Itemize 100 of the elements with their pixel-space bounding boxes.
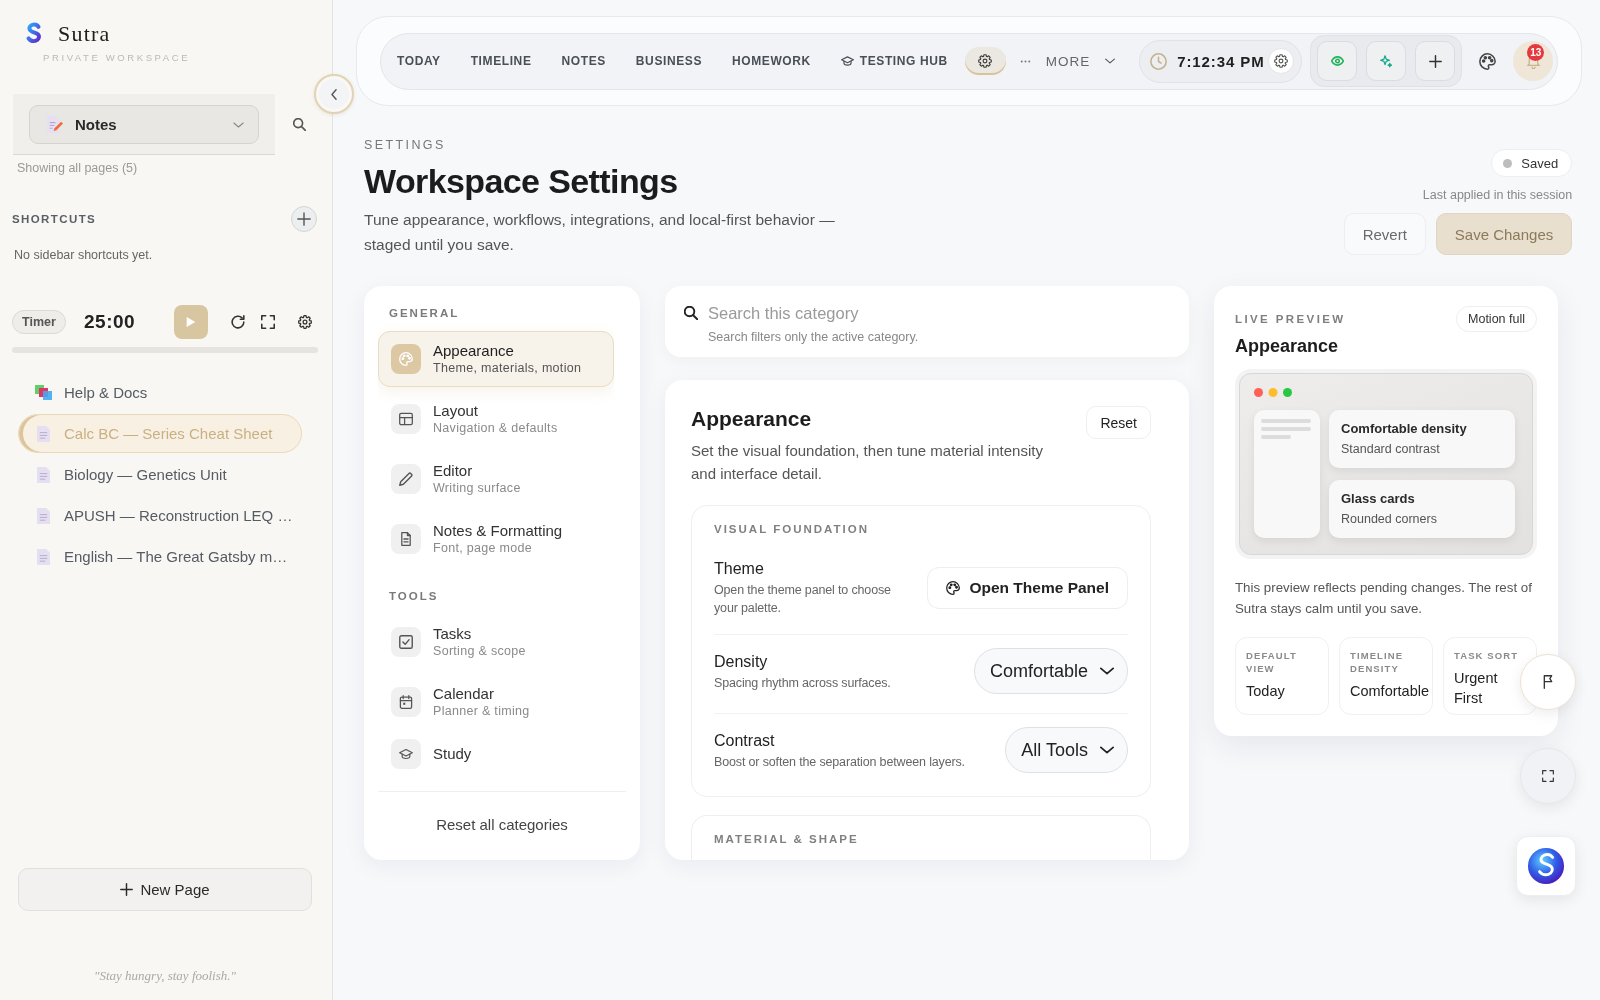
category-item[interactable]: Layout Navigation & defaults	[378, 391, 614, 447]
empty-state-text: No sidebar shortcuts yet.	[14, 247, 154, 263]
chevron-down-icon	[1105, 58, 1116, 64]
brand-subtitle: PRIVATE WORKSPACE	[43, 52, 192, 64]
sidebar-page-item[interactable]: English — The Great Gatsby m…	[18, 537, 302, 576]
palette-icon	[946, 580, 961, 595]
open-theme-panel-button[interactable]: Open Theme Panel	[927, 566, 1128, 609]
category-item[interactable]: Tasks Sorting & scope	[378, 614, 614, 670]
plus-icon	[120, 883, 134, 896]
chevron-down-icon	[1100, 746, 1114, 754]
stacked-squares-icon	[35, 385, 52, 400]
search-field[interactable]: Search this category	[708, 303, 1169, 323]
preview-eyebrow: LIVE PREVIEW	[1235, 313, 1346, 325]
document-icon	[37, 466, 50, 483]
revert-button[interactable]: Revert	[1343, 213, 1426, 255]
category-item[interactable]: Editor Writing surface	[378, 451, 614, 507]
section-heading: SHORTCUTS	[12, 213, 97, 225]
logo-icon	[24, 22, 42, 46]
search-hint: Search filters only the active category.	[708, 329, 920, 345]
page-description: Tune appearance, workflows, integrations, and local-first behavior — staged until you save.	[364, 210, 836, 255]
category-group-label: TOOLS	[388, 589, 440, 603]
setting-description: Spacing rhythm across surfaces.	[714, 674, 892, 692]
new-page-button[interactable]: New Page	[18, 868, 312, 911]
stat-label: TASK SORT	[1454, 649, 1520, 662]
nav-tab[interactable]: HOMEWORK	[717, 46, 826, 76]
setting-label: Density	[714, 651, 769, 672]
flag-icon	[1542, 675, 1554, 689]
preview-title: Appearance	[1235, 335, 1340, 357]
sidebar-page-item[interactable]: Help & Docs	[18, 373, 302, 412]
sample-card-title: Comfortable density	[1341, 420, 1468, 438]
settings-tab[interactable]	[964, 47, 1006, 75]
nav-tab[interactable]: TODAY	[382, 46, 456, 76]
stat-label: DEFAULT VIEW	[1246, 649, 1298, 675]
quote-text: "Stay hungry, stay foolish."	[94, 968, 237, 984]
more-dots-icon	[1019, 59, 1031, 63]
timer-mode-button[interactable]: Timer	[12, 310, 66, 334]
setting-label: Theme	[714, 559, 765, 579]
sidebar-page-item[interactable]: Biology — Genetics Unit	[18, 455, 302, 494]
note-pencil-icon	[46, 115, 63, 134]
settings-group-label: MATERIAL & SHAPE	[714, 832, 860, 846]
search-icon	[684, 306, 698, 320]
setting-description: Open the theme panel to choose your palette.	[714, 582, 892, 617]
stat-value: Urgent First	[1454, 669, 1498, 708]
eye-icon	[1330, 56, 1344, 66]
page-type-dropdown[interactable]: Notes	[29, 105, 259, 144]
sidebar-page-item[interactable]: APUSH — Reconstruction LEQ …	[18, 496, 302, 535]
status-label: Saved	[1521, 155, 1559, 171]
preview-note: This preview reflects pending changes. The rest of Sutra stays calm until you save.	[1235, 579, 1533, 618]
nav-tab[interactable]: TESTING HUB	[825, 46, 963, 76]
setting-description: Boost or soften the separation between layers.	[714, 753, 966, 771]
settings-icon	[1274, 54, 1289, 68]
status-dot-icon	[1503, 158, 1513, 168]
notification-count-badge: 13	[1527, 44, 1545, 61]
select-dropdown[interactable]: All Tools	[1005, 727, 1128, 773]
brand-name: Sutra	[58, 21, 111, 47]
stat-value: Today	[1246, 682, 1285, 701]
fullscreen-icon	[1542, 769, 1554, 783]
palette-icon	[391, 344, 421, 374]
notifications-button[interactable]: 13	[1513, 41, 1554, 81]
category-item[interactable]: Study	[378, 734, 614, 774]
reset-all-link[interactable]: Reset all categories	[430, 814, 574, 835]
document-icon	[391, 524, 421, 554]
nav-tab[interactable]: BUSINESS	[620, 46, 717, 76]
checkbox-icon	[391, 627, 421, 657]
layout-icon	[391, 404, 421, 434]
category-group-label: GENERAL	[388, 306, 461, 320]
category-item[interactable]: Notes & Formatting Font, page mode	[378, 511, 614, 567]
sparkle-icon	[1380, 54, 1393, 68]
add-shortcut-button[interactable]	[291, 206, 317, 232]
window-controls-icon	[1254, 388, 1292, 397]
more-menu-button[interactable]: MORE	[1019, 53, 1116, 69]
section-description: Set the visual foundation, then tune material intensity and interface detail.	[691, 441, 1044, 484]
app-logo-button[interactable]	[1516, 836, 1576, 896]
nav-tab[interactable]: NOTES	[546, 46, 621, 76]
sample-card-subtitle: Standard contrast	[1341, 441, 1441, 458]
graduation-cap-icon	[840, 56, 854, 66]
page-eyebrow: SETTINGS	[364, 137, 447, 153]
palette-icon[interactable]	[1479, 52, 1497, 70]
nav-tab[interactable]: TIMELINE	[455, 46, 547, 76]
sample-card-title: Glass cards	[1341, 490, 1416, 508]
sample-card-subtitle: Rounded corners	[1341, 511, 1438, 528]
plus-icon	[297, 212, 311, 226]
reset-button[interactable]: Reset	[1086, 406, 1151, 439]
section-title: Appearance	[691, 406, 812, 432]
clock-settings-button[interactable]	[1268, 48, 1295, 74]
motion-badge: Motion full	[1456, 306, 1537, 332]
category-item[interactable]: Appearance Theme, materials, motion	[378, 331, 614, 387]
settings-icon[interactable]	[298, 315, 313, 329]
category-item[interactable]: Calendar Planner & timing	[378, 674, 614, 730]
search-icon[interactable]	[293, 118, 306, 131]
settings-icon	[978, 54, 993, 68]
timer-time: 25:00	[84, 311, 136, 333]
fullscreen-icon[interactable]	[261, 315, 276, 329]
stat-label: TIMELINE DENSITY	[1350, 649, 1405, 675]
select-dropdown[interactable]: Comfortable	[973, 648, 1128, 694]
reset-icon[interactable]	[231, 315, 246, 329]
play-icon	[186, 316, 197, 328]
document-icon	[37, 507, 50, 524]
pencil-icon	[391, 464, 421, 494]
chevron-down-icon	[233, 121, 244, 128]
